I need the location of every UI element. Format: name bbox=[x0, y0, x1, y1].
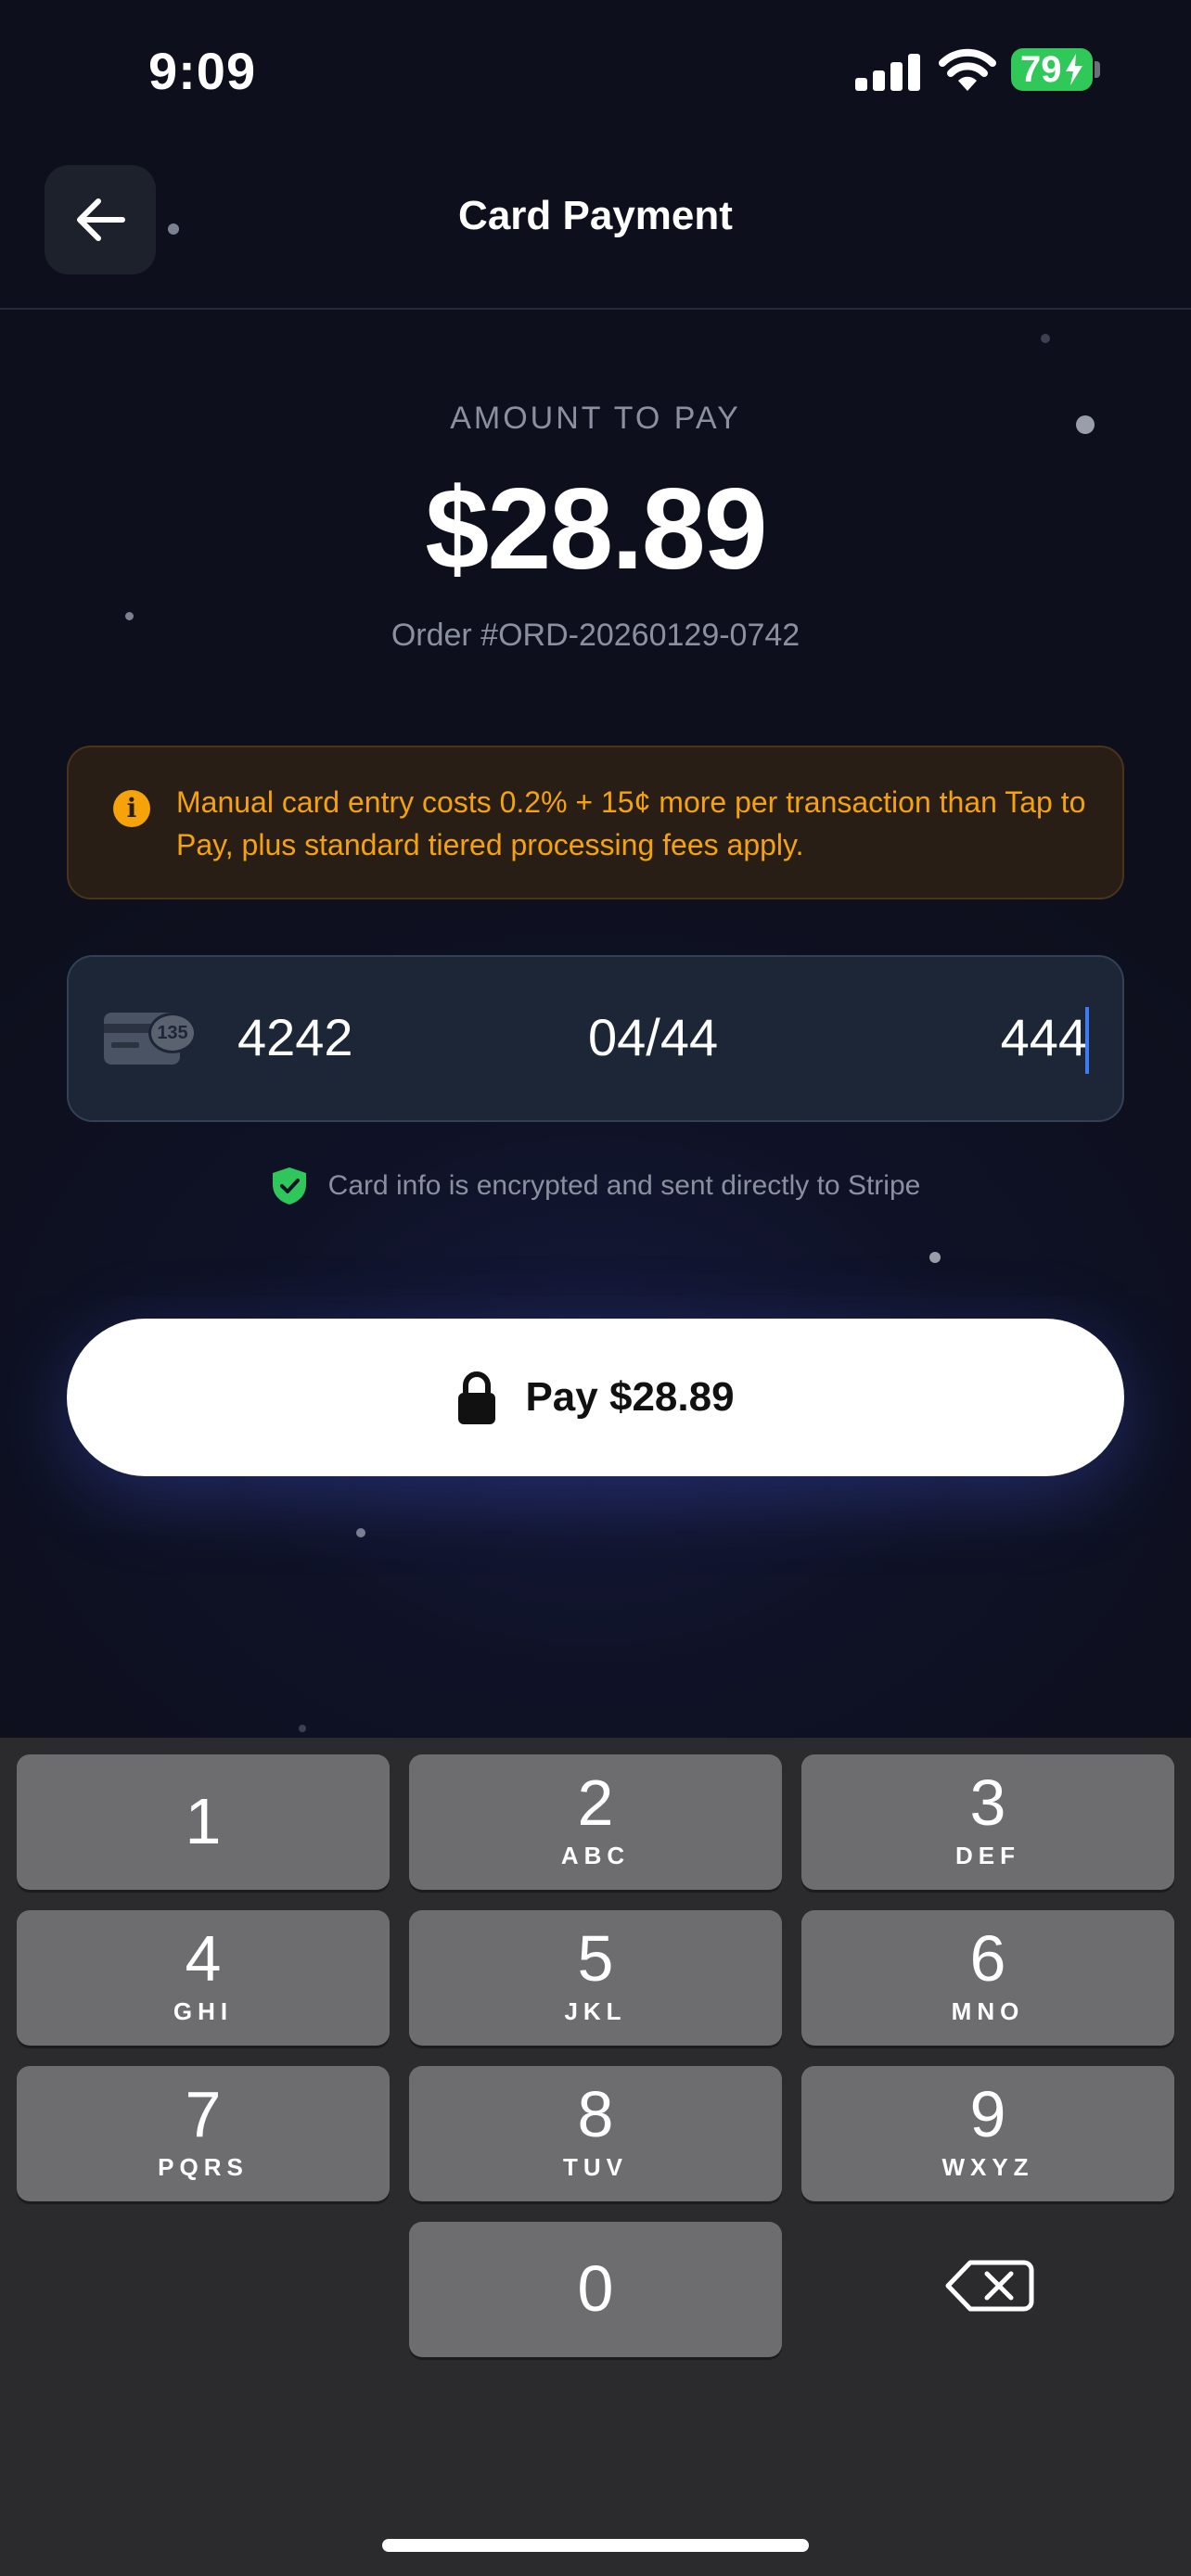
home-indicator bbox=[382, 2539, 809, 2552]
key-digit: 0 bbox=[577, 2252, 614, 2325]
lock-icon bbox=[458, 1371, 496, 1424]
key-3[interactable]: 3 DEF bbox=[801, 1754, 1174, 1890]
security-note-text: Card info is encrypted and sent directly… bbox=[327, 1170, 921, 1201]
order-number: Order #ORD-20260129-0742 bbox=[391, 618, 800, 653]
amount-value: $28.89 bbox=[425, 465, 767, 593]
key-7[interactable]: 7 PQRS bbox=[17, 2066, 390, 2201]
key-4[interactable]: 4 GHI bbox=[17, 1910, 390, 2046]
battery-indicator: 79 bbox=[1011, 48, 1093, 91]
key-letters: TUV bbox=[563, 2153, 628, 2181]
key-8[interactable]: 8 TUV bbox=[409, 2066, 782, 2201]
card-input-field[interactable]: 135 4242 04/44 444 bbox=[67, 955, 1124, 1122]
fee-notice-text: Manual card entry costs 0.2% + 15¢ more … bbox=[176, 785, 1086, 861]
background-star bbox=[1041, 334, 1050, 343]
shield-check-icon bbox=[272, 1167, 306, 1205]
cellular-signal-icon bbox=[855, 54, 922, 91]
amount-label: AMOUNT TO PAY bbox=[450, 401, 741, 436]
key-5[interactable]: 5 JKL bbox=[409, 1910, 782, 2046]
key-digit: 3 bbox=[969, 1766, 1006, 1839]
key-letters: GHI bbox=[173, 1997, 234, 2025]
security-note: Card info is encrypted and sent directly… bbox=[0, 1167, 1191, 1205]
charging-bolt-icon bbox=[1065, 54, 1082, 85]
card-number-input[interactable]: 4242 bbox=[237, 1007, 353, 1067]
pay-button-label: Pay $28.89 bbox=[525, 1374, 735, 1420]
info-icon: i bbox=[113, 790, 150, 827]
key-digit: 2 bbox=[577, 1766, 614, 1839]
key-9[interactable]: 9 WXYZ bbox=[801, 2066, 1174, 2201]
pay-button[interactable]: Pay $28.89 bbox=[67, 1319, 1124, 1476]
key-digit: 9 bbox=[969, 2078, 1006, 2150]
key-digit: 4 bbox=[185, 1922, 222, 1995]
key-letters: DEF bbox=[955, 1842, 1020, 1869]
key-6[interactable]: 6 MNO bbox=[801, 1910, 1174, 2046]
key-1[interactable]: 1 bbox=[17, 1754, 390, 1890]
wifi-icon bbox=[939, 48, 996, 91]
status-time: 9:09 bbox=[148, 42, 257, 100]
key-digit: 1 bbox=[185, 1785, 222, 1857]
key-letters: WXYZ bbox=[941, 2153, 1034, 2181]
key-letters: PQRS bbox=[158, 2153, 249, 2181]
key-digit: 8 bbox=[577, 2078, 614, 2150]
battery-cap bbox=[1095, 61, 1100, 78]
background-star bbox=[929, 1252, 941, 1263]
card-expiry-input[interactable]: 04/44 bbox=[588, 1007, 718, 1067]
page-title: Card Payment bbox=[458, 193, 733, 238]
key-digit: 6 bbox=[969, 1922, 1006, 1995]
card-cvc-input[interactable]: 444 bbox=[1001, 1007, 1087, 1067]
key-letters: JKL bbox=[564, 1997, 627, 2025]
header-divider bbox=[0, 308, 1191, 310]
background-star bbox=[299, 1725, 306, 1732]
fee-notice: i Manual card entry costs 0.2% + 15¢ mor… bbox=[67, 746, 1124, 899]
battery-level: 79 bbox=[1020, 48, 1062, 90]
key-letters: MNO bbox=[951, 1997, 1025, 2025]
key-0[interactable]: 0 bbox=[409, 2222, 782, 2357]
delete-key-icon[interactable] bbox=[931, 2235, 1052, 2337]
text-cursor bbox=[1085, 1007, 1089, 1074]
key-digit: 7 bbox=[185, 2078, 222, 2150]
background-star bbox=[356, 1528, 365, 1537]
key-2[interactable]: 2 ABC bbox=[409, 1754, 782, 1890]
key-letters: ABC bbox=[560, 1842, 631, 1869]
key-digit: 5 bbox=[577, 1922, 614, 1995]
card-cvc-badge: 135 bbox=[148, 1013, 197, 1053]
